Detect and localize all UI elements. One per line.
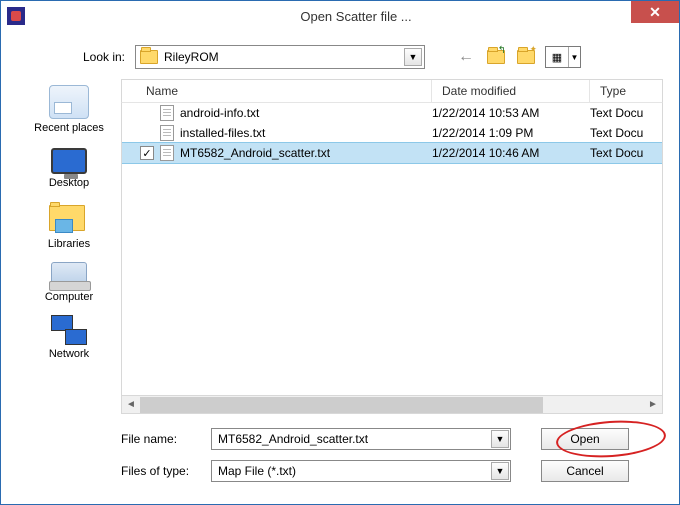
cancel-button[interactable]: Cancel (541, 460, 629, 482)
file-row[interactable]: installed-files.txt1/22/2014 1:09 PMText… (122, 123, 662, 143)
open-button[interactable]: Open (541, 428, 629, 450)
file-row[interactable]: ✓ MT6582_Android_scatter.txt1/22/2014 10:… (122, 143, 662, 163)
scroll-thumb[interactable] (140, 397, 543, 413)
scroll-right-icon[interactable]: ► (644, 397, 662, 413)
text-file-icon (160, 145, 174, 161)
up-one-level-button[interactable] (485, 46, 507, 68)
open-file-dialog: Open Scatter file ... ✕ Look in: RileyRO… (0, 0, 680, 505)
horizontal-scrollbar[interactable]: ◄ ► (121, 396, 663, 414)
file-type: Text Docu (590, 106, 662, 120)
checkbox[interactable]: ✓ (140, 146, 154, 160)
file-date: 1/22/2014 10:53 AM (432, 106, 590, 120)
file-date: 1/22/2014 10:46 AM (432, 146, 590, 160)
computer-icon (51, 262, 87, 288)
network-icon (51, 315, 87, 345)
column-date[interactable]: Date modified (432, 80, 590, 102)
filetype-dropdown[interactable]: Map File (*.txt) ▼ (211, 460, 511, 482)
bottom-panel: File name: MT6582_Android_scatter.txt ▼ … (17, 428, 663, 492)
sidebar-libraries[interactable]: Libraries (48, 201, 90, 250)
filetype-value: Map File (*.txt) (218, 464, 296, 478)
app-icon (7, 7, 25, 25)
chevron-down-icon[interactable]: ▼ (404, 48, 422, 66)
lookin-row: Look in: RileyROM ▼ ← ▦ ▼ (17, 45, 663, 69)
back-button[interactable]: ← (455, 46, 477, 68)
places-sidebar: Recent places Desktop Libraries Computer… (17, 79, 121, 414)
filename-value: MT6582_Android_scatter.txt (218, 432, 368, 446)
sidebar-item-label: Network (49, 348, 89, 360)
file-list[interactable]: android-info.txt1/22/2014 10:53 AMText D… (121, 103, 663, 396)
sidebar-network[interactable]: Network (49, 315, 89, 360)
file-name: installed-files.txt (180, 126, 432, 140)
dialog-content: Look in: RileyROM ▼ ← ▦ ▼ Recent p (1, 31, 679, 504)
filetype-row: Files of type: Map File (*.txt) ▼ Cancel (121, 460, 663, 482)
close-button[interactable]: ✕ (631, 1, 679, 23)
lookin-label: Look in: (61, 50, 125, 64)
column-name[interactable]: Name (122, 80, 432, 102)
sidebar-item-label: Recent places (34, 122, 104, 134)
grid-icon: ▦ (546, 47, 568, 67)
sidebar-computer[interactable]: Computer (45, 262, 93, 303)
text-file-icon (160, 105, 174, 121)
chevron-down-icon[interactable]: ▼ (491, 462, 509, 480)
filename-input[interactable]: MT6582_Android_scatter.txt ▼ (211, 428, 511, 450)
sidebar-item-label: Libraries (48, 238, 90, 250)
titlebar: Open Scatter file ... ✕ (1, 1, 679, 31)
file-area: Name Date modified Type android-info.txt… (121, 79, 663, 414)
sidebar-recent-places[interactable]: Recent places (34, 85, 104, 134)
view-menu-button[interactable]: ▦ ▼ (545, 46, 581, 68)
filename-label: File name: (121, 432, 211, 446)
chevron-down-icon[interactable]: ▼ (491, 430, 509, 448)
column-type[interactable]: Type (590, 80, 662, 102)
chevron-down-icon[interactable]: ▼ (568, 47, 580, 67)
lookin-value: RileyROM (164, 50, 219, 64)
file-name: MT6582_Android_scatter.txt (180, 146, 432, 160)
text-file-icon (160, 125, 174, 141)
file-date: 1/22/2014 1:09 PM (432, 126, 590, 140)
desktop-icon (51, 148, 87, 174)
window-title: Open Scatter file ... (33, 9, 679, 24)
sidebar-item-label: Computer (45, 291, 93, 303)
recent-places-icon (49, 85, 89, 119)
lookin-dropdown[interactable]: RileyROM ▼ (135, 45, 425, 69)
sidebar-desktop[interactable]: Desktop (49, 146, 89, 189)
file-name: android-info.txt (180, 106, 432, 120)
nav-toolbar: ← ▦ ▼ (455, 46, 581, 68)
file-type: Text Docu (590, 146, 662, 160)
scroll-track[interactable] (140, 397, 644, 413)
column-headers: Name Date modified Type (121, 79, 663, 103)
filename-row: File name: MT6582_Android_scatter.txt ▼ … (121, 428, 663, 450)
file-type: Text Docu (590, 126, 662, 140)
file-row[interactable]: android-info.txt1/22/2014 10:53 AMText D… (122, 103, 662, 123)
scroll-left-icon[interactable]: ◄ (122, 397, 140, 413)
main-row: Recent places Desktop Libraries Computer… (17, 79, 663, 414)
filetype-label: Files of type: (121, 464, 211, 478)
folder-icon (140, 50, 158, 64)
libraries-icon (49, 201, 89, 235)
new-folder-button[interactable] (515, 46, 537, 68)
